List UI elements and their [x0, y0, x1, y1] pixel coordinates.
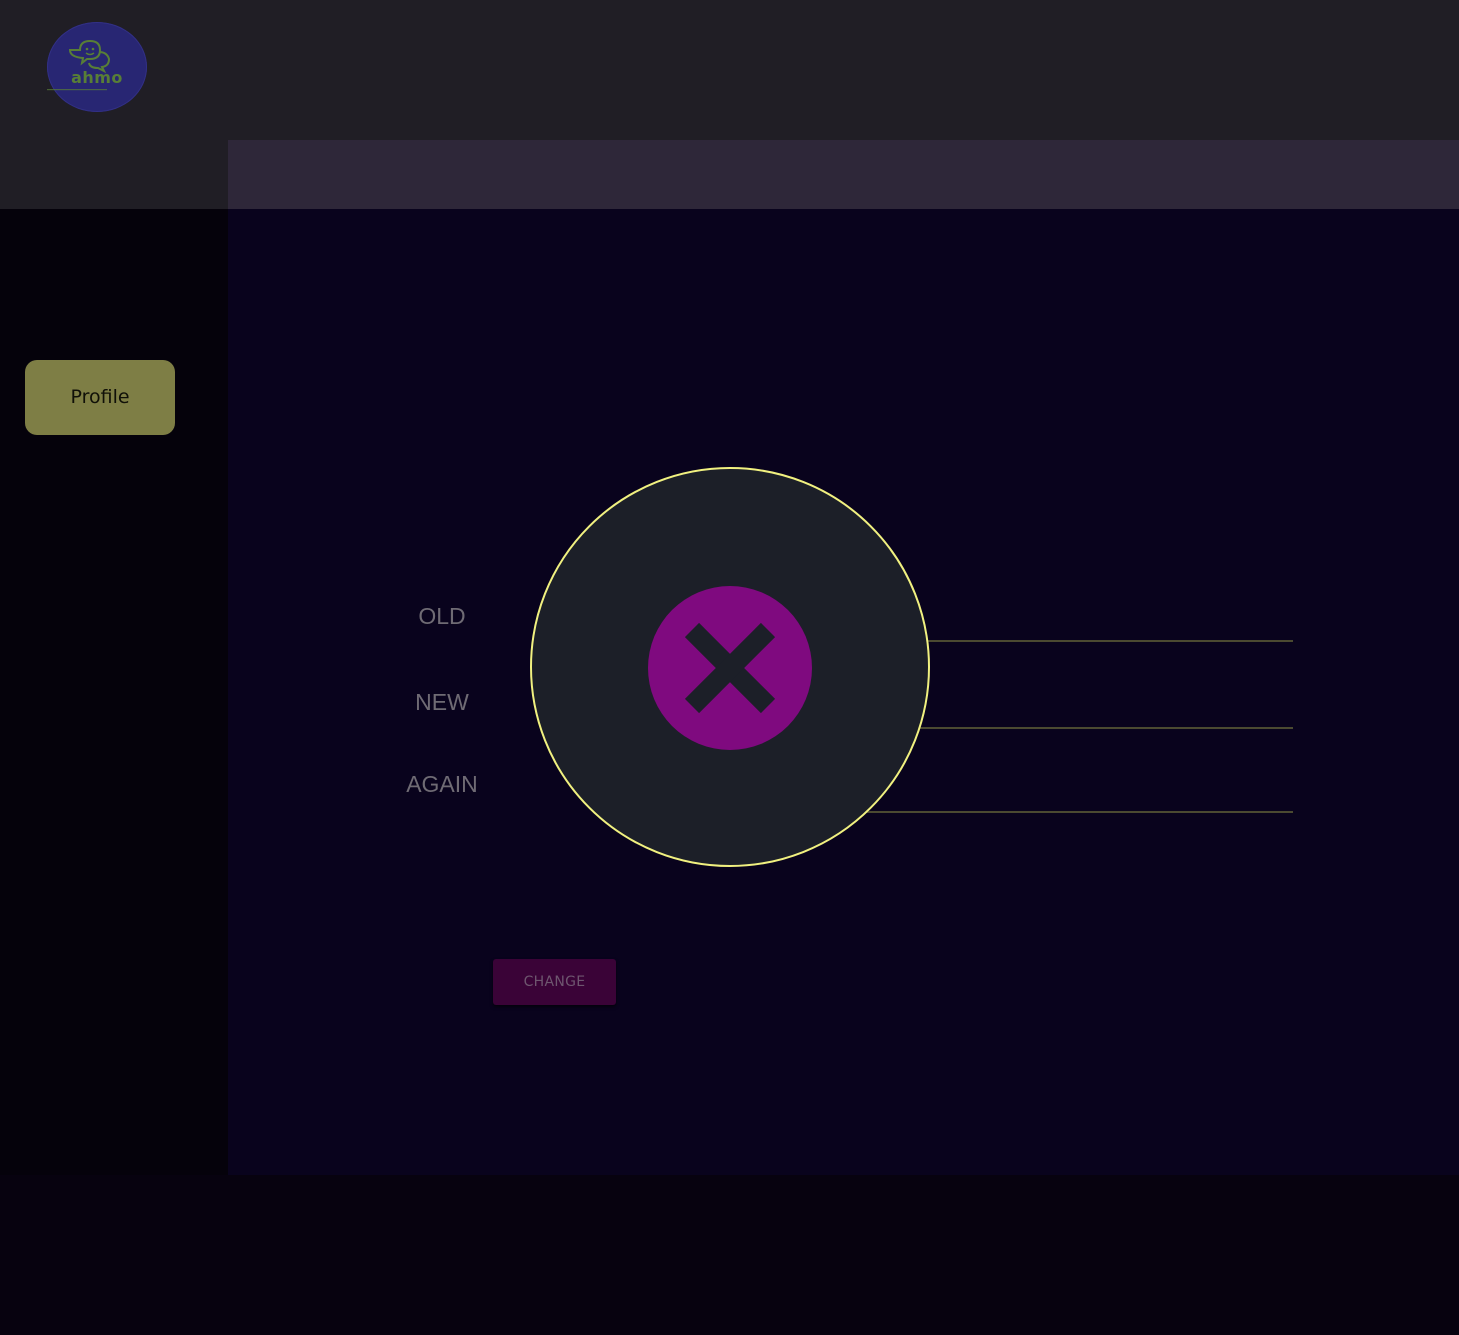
- sidebar-header: [0, 140, 228, 209]
- logo-wordmark: ahmo: [71, 68, 123, 87]
- sidebar: [0, 209, 228, 1175]
- app-logo[interactable]: ahmo: [47, 22, 147, 112]
- content-header: [228, 140, 1459, 209]
- change-password-button[interactable]: CHANGE: [493, 959, 616, 1005]
- chat-bubbles-icon: [68, 39, 111, 74]
- footer: [0, 1175, 1459, 1335]
- new-password-label: NEW: [415, 689, 469, 715]
- top-bar: ahmo: [0, 0, 1459, 140]
- sidebar-item-profile[interactable]: Profile: [25, 360, 175, 435]
- error-dialog: [530, 467, 930, 867]
- confirm-password-label: AGAIN: [406, 771, 478, 797]
- old-password-label: OLD: [418, 603, 466, 629]
- error-badge: [648, 586, 812, 750]
- error-x-icon: [684, 622, 776, 714]
